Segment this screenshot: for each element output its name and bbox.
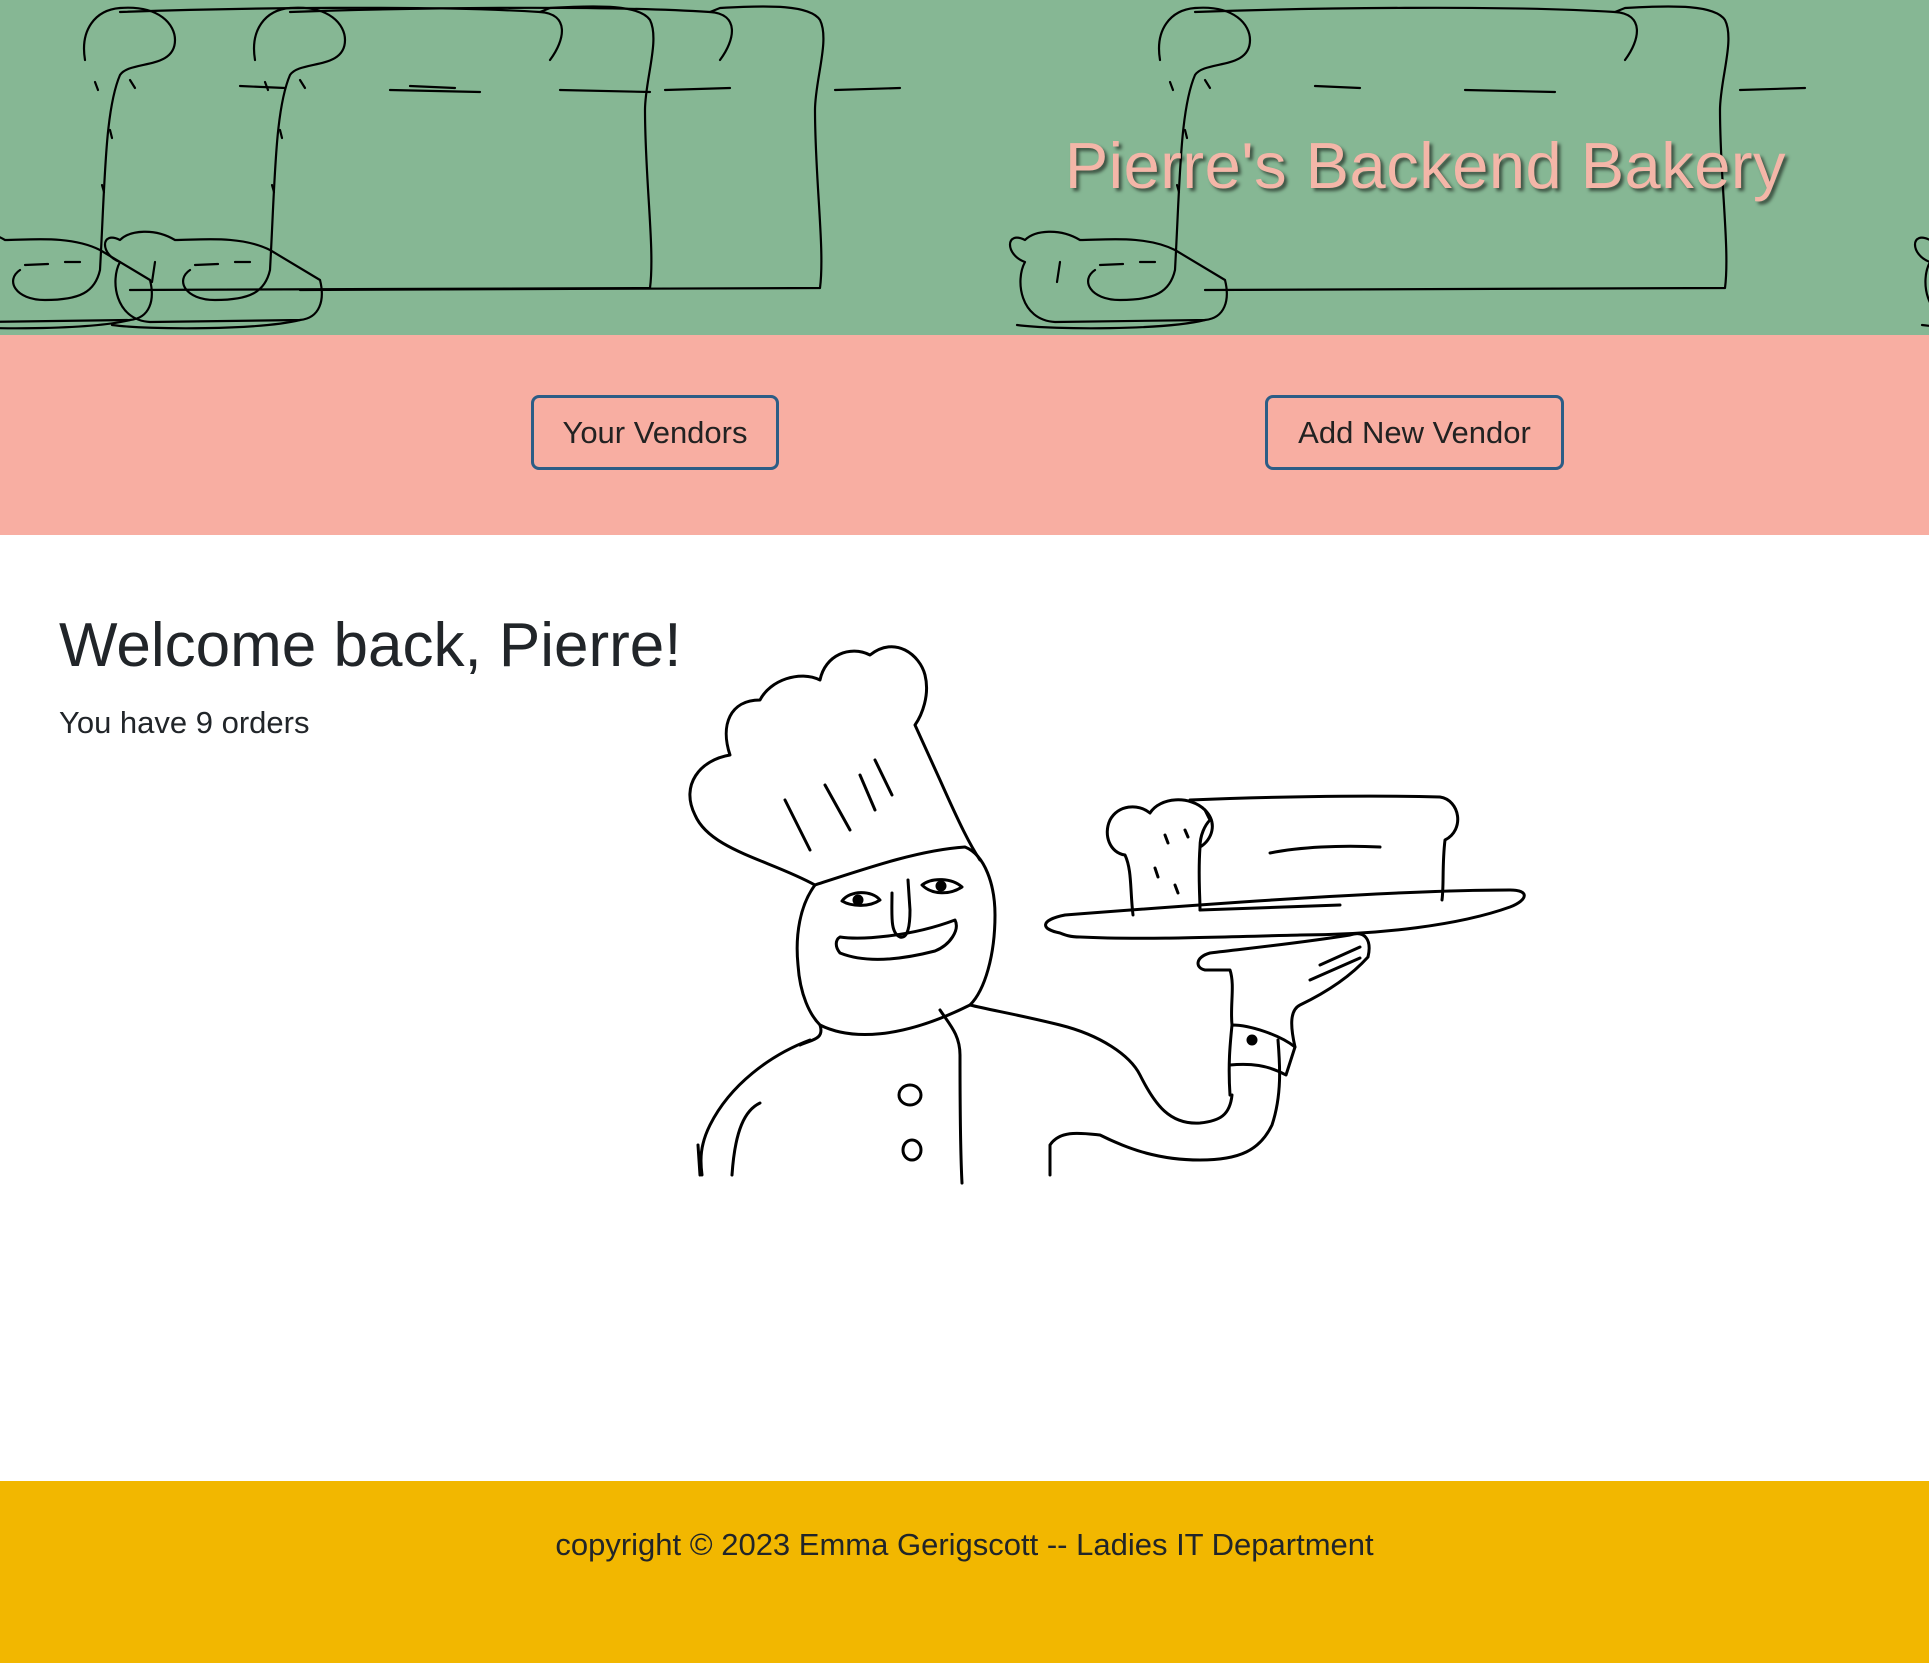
site-title: Pierre's Backend Bakery bbox=[1064, 129, 1786, 202]
chef-illustration bbox=[688, 645, 1526, 1185]
orders-count-text: You have 9 orders bbox=[59, 705, 310, 740]
copyright-text: copyright © 2023 Emma Gerigscott -- Ladi… bbox=[555, 1527, 1374, 1562]
site-header: Pierre's Backend Bakery bbox=[0, 0, 1929, 335]
add-new-vendor-button[interactable]: Add New Vendor bbox=[1265, 395, 1564, 470]
main-content: Welcome back, Pierre! You have 9 orders bbox=[0, 535, 1929, 1481]
site-footer: copyright © 2023 Emma Gerigscott -- Ladi… bbox=[0, 1481, 1929, 1663]
welcome-heading: Welcome back, Pierre! bbox=[59, 611, 682, 680]
navbar: Your Vendors Add New Vendor bbox=[0, 335, 1929, 535]
your-vendors-button[interactable]: Your Vendors bbox=[531, 395, 779, 470]
